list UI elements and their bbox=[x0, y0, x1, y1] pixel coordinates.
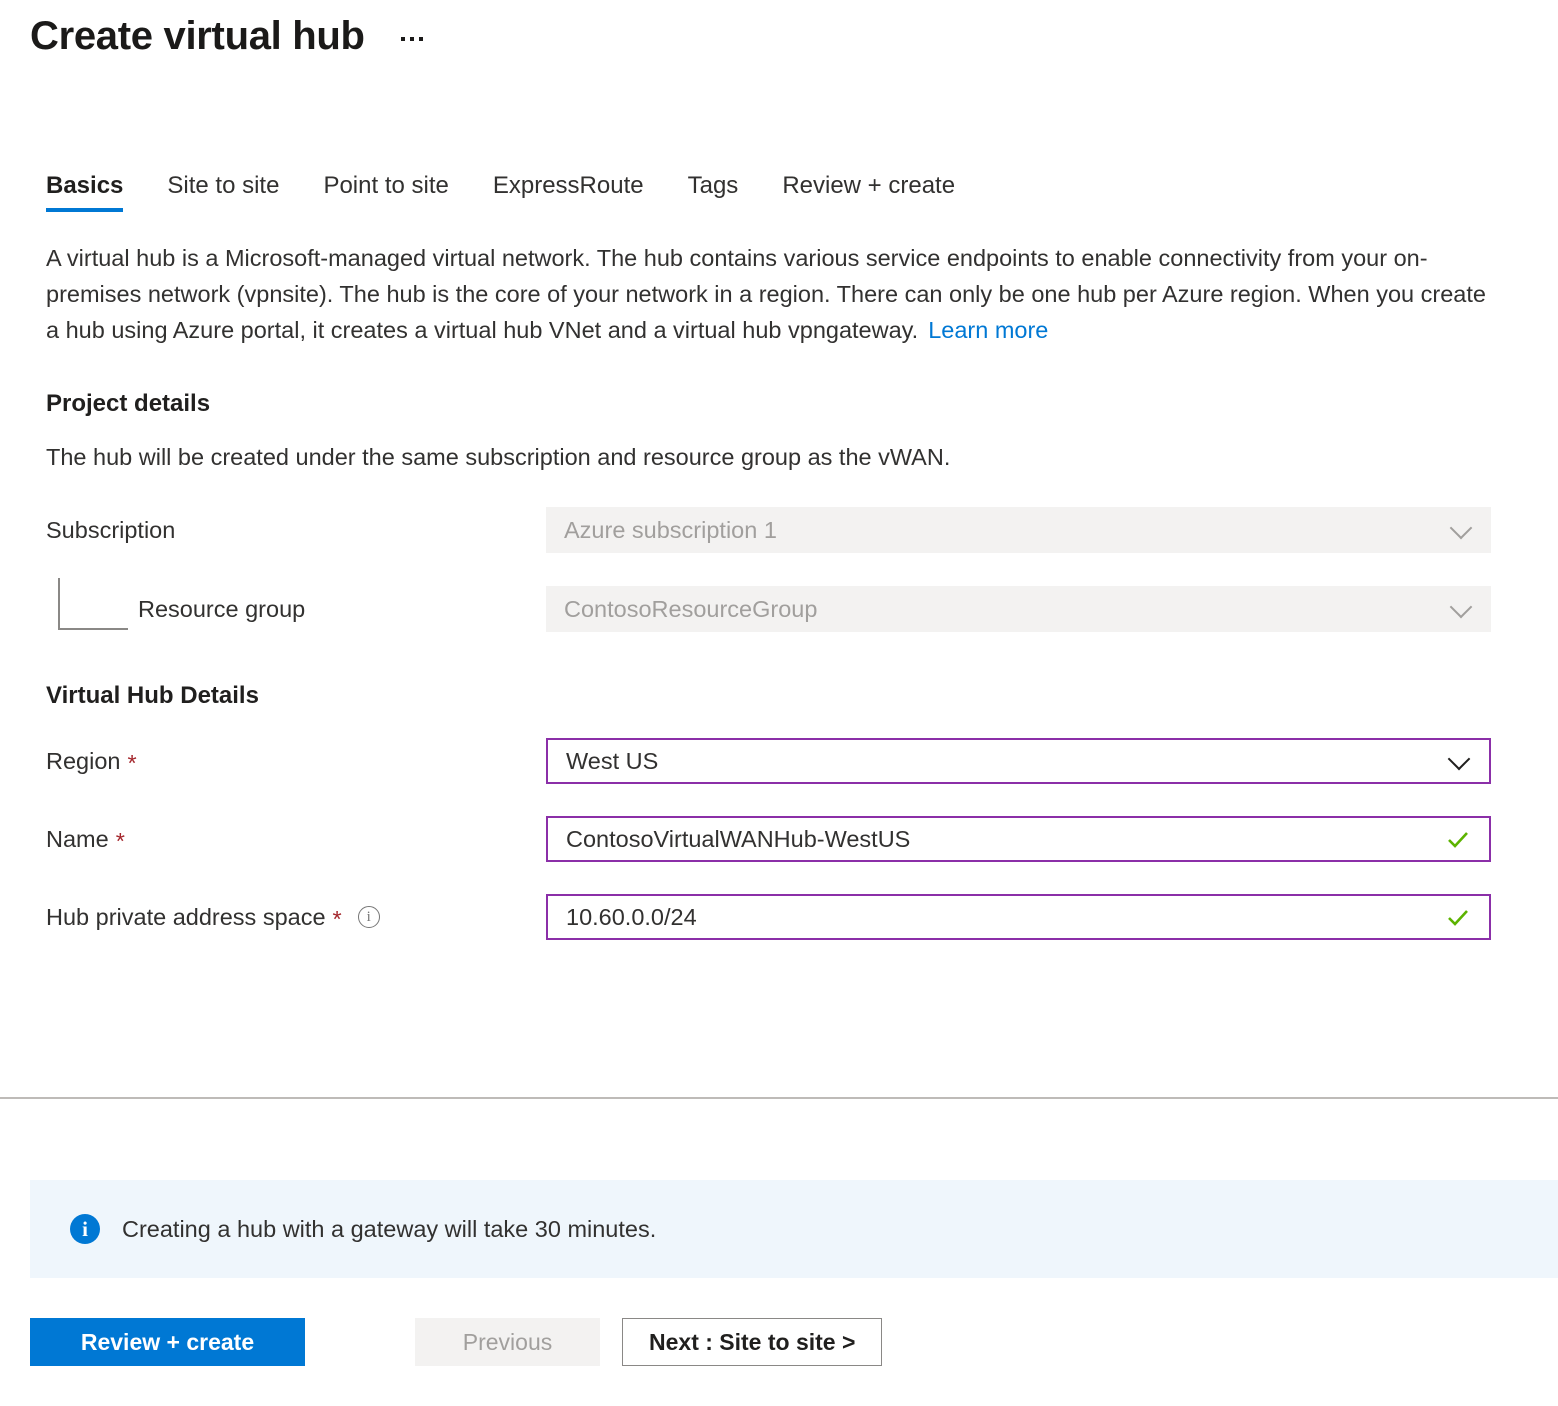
valid-check-icon bbox=[1445, 905, 1471, 931]
address-space-input[interactable]: 10.60.0.0/24 bbox=[546, 894, 1491, 940]
name-label-text: Name bbox=[46, 826, 109, 853]
project-details-subtext: The hub will be created under the same s… bbox=[46, 444, 1558, 471]
learn-more-link[interactable]: Learn more bbox=[928, 317, 1048, 343]
footer-divider bbox=[0, 1097, 1558, 1099]
description-text: A virtual hub is a Microsoft-managed vir… bbox=[46, 245, 1486, 343]
review-create-button[interactable]: Review + create bbox=[30, 1318, 305, 1366]
subscription-label: Subscription bbox=[46, 517, 546, 544]
info-icon: i bbox=[70, 1214, 100, 1244]
page-title: Create virtual hub bbox=[30, 16, 365, 56]
page-description: A virtual hub is a Microsoft-managed vir… bbox=[46, 240, 1501, 348]
name-row: Name * ContosoVirtualWANHub-WestUS bbox=[46, 816, 1491, 862]
subscription-dropdown[interactable]: Azure subscription 1 bbox=[546, 507, 1491, 553]
virtual-hub-details-heading: Virtual Hub Details bbox=[46, 682, 1558, 710]
resource-group-value: ContosoResourceGroup bbox=[564, 596, 817, 623]
resource-group-dropdown[interactable]: ContosoResourceGroup bbox=[546, 586, 1491, 632]
required-marker: * bbox=[116, 830, 125, 854]
previous-button: Previous bbox=[415, 1318, 600, 1366]
ellipsis-dot bbox=[401, 37, 405, 41]
chevron-down-icon bbox=[1451, 597, 1471, 617]
name-value: ContosoVirtualWANHub-WestUS bbox=[566, 826, 910, 853]
address-space-row: Hub private address space * i 10.60.0.0/… bbox=[46, 894, 1491, 940]
address-space-value: 10.60.0.0/24 bbox=[566, 904, 697, 931]
info-banner: i Creating a hub with a gateway will tak… bbox=[30, 1180, 1558, 1278]
tab-basics[interactable]: Basics bbox=[46, 174, 145, 212]
region-label-text: Region bbox=[46, 748, 120, 775]
name-input[interactable]: ContosoVirtualWANHub-WestUS bbox=[546, 816, 1491, 862]
wizard-footer: Review + create Previous Next : Site to … bbox=[30, 1318, 882, 1366]
subscription-row: Subscription Azure subscription 1 bbox=[46, 507, 1491, 553]
resource-group-row: Resource group ContosoResourceGroup bbox=[46, 586, 1491, 632]
info-icon[interactable]: i bbox=[358, 906, 380, 928]
info-banner-message: Creating a hub with a gateway will take … bbox=[122, 1216, 656, 1243]
tab-review-create[interactable]: Review + create bbox=[760, 174, 977, 212]
ellipsis-dot bbox=[419, 37, 423, 41]
tab-point-to-site[interactable]: Point to site bbox=[301, 174, 470, 212]
name-label: Name * bbox=[46, 826, 546, 853]
resource-group-label: Resource group bbox=[46, 596, 546, 623]
more-options-icon[interactable] bbox=[397, 31, 427, 47]
tab-expressroute[interactable]: ExpressRoute bbox=[471, 174, 666, 212]
region-label: Region * bbox=[46, 748, 546, 775]
required-marker: * bbox=[127, 752, 136, 776]
page-header: Create virtual hub bbox=[0, 0, 1558, 62]
project-details-heading: Project details bbox=[46, 390, 1558, 418]
address-space-label: Hub private address space * i bbox=[46, 904, 546, 931]
next-button[interactable]: Next : Site to site > bbox=[622, 1318, 882, 1366]
wizard-tabs: Basics Site to site Point to site Expres… bbox=[0, 160, 1558, 212]
tab-tags[interactable]: Tags bbox=[666, 174, 761, 212]
required-marker: * bbox=[333, 908, 342, 932]
ellipsis-dot bbox=[410, 37, 414, 41]
region-dropdown[interactable]: West US bbox=[546, 738, 1491, 784]
chevron-down-icon bbox=[1451, 518, 1471, 538]
subscription-value: Azure subscription 1 bbox=[564, 517, 777, 544]
region-row: Region * West US bbox=[46, 738, 1491, 784]
tab-site-to-site[interactable]: Site to site bbox=[145, 174, 301, 212]
region-value: West US bbox=[566, 748, 658, 775]
valid-check-icon bbox=[1445, 827, 1471, 853]
address-space-label-text: Hub private address space bbox=[46, 904, 326, 931]
chevron-down-icon bbox=[1449, 749, 1469, 769]
